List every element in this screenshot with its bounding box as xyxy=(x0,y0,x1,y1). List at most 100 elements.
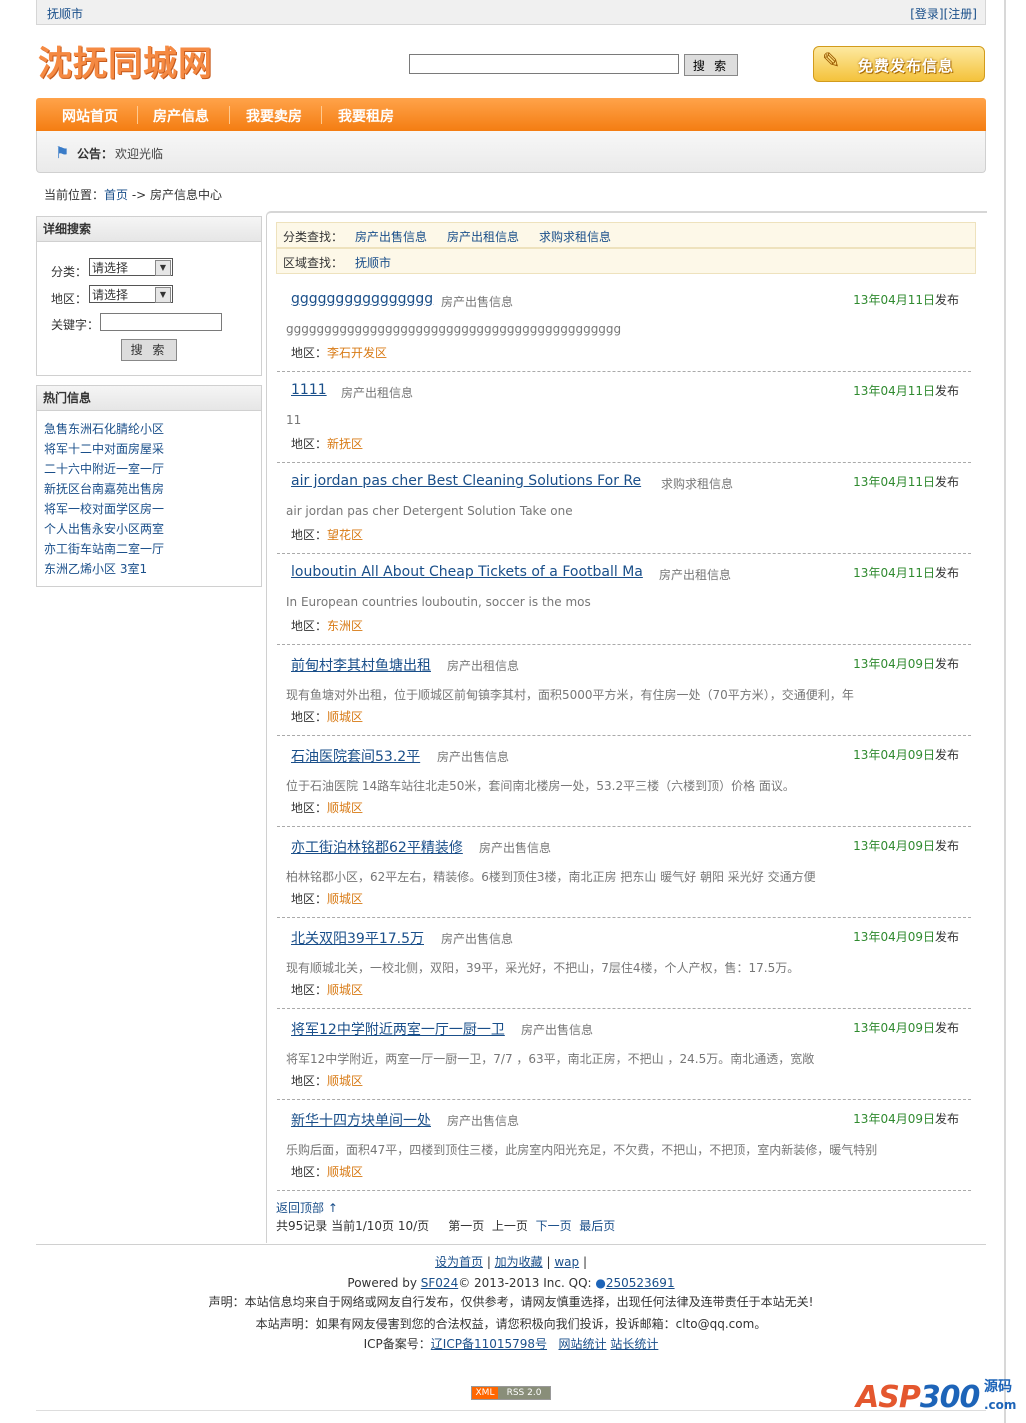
city-link[interactable]: 抚顺市 xyxy=(47,5,83,22)
nav-separator xyxy=(229,106,230,124)
post-area-value[interactable]: 顺城区 xyxy=(327,1074,363,1088)
post-description: 柏林铭郡小区，62平左右，精装修。6楼到顶住3楼，南北正房 把东山 暖气好 朝阳… xyxy=(286,870,816,884)
category-select[interactable]: 请选择 ▼ xyxy=(89,258,173,276)
post-area-value[interactable]: 顺城区 xyxy=(327,892,363,906)
nav-sell[interactable]: 我要卖房 xyxy=(246,106,302,126)
bottom-line xyxy=(36,1410,986,1411)
hot-item[interactable]: 将军十二中对面房屋采 xyxy=(44,439,164,459)
notice-label: 公告： xyxy=(77,147,114,161)
rss-badge[interactable]: XML RSS 2.0 xyxy=(471,1386,551,1400)
hot-item[interactable]: 东洲乙烯小区 3室1 xyxy=(44,559,164,579)
post-item: 将军12中学附近两室一厅一厨一卫 房产出售信息 13年04月09日发布 将军12中学附… xyxy=(277,1009,971,1100)
hot-item[interactable]: 亦工街车站南二室一厅 xyxy=(44,539,164,559)
region-label: 地区： xyxy=(51,292,88,306)
hot-item[interactable]: 新抚区台南嘉苑出售房 xyxy=(44,479,164,499)
register-link[interactable]: [注册] xyxy=(944,7,977,21)
post-area-value[interactable]: 新抚区 xyxy=(327,437,363,451)
filter-region-fushun[interactable]: 抚顺市 xyxy=(355,254,391,271)
post-description: 现有顺城北关，一校北侧，双阳，39平，采光好，不把山，7层住4楼，个人产权，售：… xyxy=(286,961,800,975)
post-date: 13年04月09日发布 xyxy=(853,655,959,672)
webmaster-stats-link[interactable]: 站长统计 xyxy=(610,1337,658,1351)
copyright-text: © 2013-2013 Inc. QQ: xyxy=(458,1276,596,1290)
hot-item[interactable]: 二十六中附近一室一厅 xyxy=(44,459,164,479)
post-area-value[interactable]: 顺城区 xyxy=(327,801,363,815)
post-item: 亦工街泊林铭郡62平精装修 房产出售信息 13年04月09日发布 柏林铭郡小区，62平… xyxy=(277,827,971,918)
post-date: 13年04月11日发布 xyxy=(853,564,959,581)
top-search: 搜 索 xyxy=(409,54,738,76)
post-item: air jordan pas cher Best Cleaning Soluti… xyxy=(277,463,971,554)
post-area-label: 地区： xyxy=(291,437,328,451)
hot-item[interactable]: 个人出售永安小区两室 xyxy=(44,519,164,539)
post-item: 前甸村李其村鱼塘出租 房产出租信息 13年04月09日发布现有鱼塘对外出租，位于顺城… xyxy=(277,645,971,736)
detail-search-button[interactable]: 搜 索 xyxy=(121,339,177,361)
post-date: 13年04月09日发布 xyxy=(853,928,959,945)
post-description: 现有鱼塘对外出租，位于顺城区前甸镇李其村，面积5000平方米，有住房一处（70平… xyxy=(286,688,854,702)
post-title[interactable]: 前甸村李其村鱼塘出租 xyxy=(291,655,431,675)
filter-sale[interactable]: 房产出售信息 xyxy=(355,228,427,245)
qq-link[interactable]: 250523691 xyxy=(606,1276,675,1290)
region-filter-label: 区域查找： xyxy=(283,256,344,270)
hot-item[interactable]: 将军一校对面学区房一 xyxy=(44,499,164,519)
post-date-suffix: 发布 xyxy=(934,1112,959,1126)
post-area-value[interactable]: 李石开发区 xyxy=(327,346,387,360)
post-area-label: 地区： xyxy=(291,619,328,633)
chevron-down-icon: ▼ xyxy=(155,287,171,303)
nav-separator xyxy=(321,106,322,124)
hot-item[interactable]: 急售东洲石化腈纶小区 xyxy=(44,419,164,439)
post-title[interactable]: air jordan pas cher Best Cleaning Soluti… xyxy=(291,473,641,489)
post-category: 房产出售信息 xyxy=(447,1114,520,1128)
nav-property[interactable]: 房产信息 xyxy=(153,106,209,126)
xml-badge-label: XML xyxy=(472,1387,498,1399)
filter-rent[interactable]: 房产出租信息 xyxy=(447,228,519,245)
post-area-value[interactable]: 顺城区 xyxy=(327,710,363,724)
post-area-value[interactable]: 顺城区 xyxy=(327,1165,363,1179)
nav-home[interactable]: 网站首页 xyxy=(62,106,118,126)
sf024-link[interactable]: SF024 xyxy=(421,1276,458,1290)
post-category: 房产出售信息 xyxy=(441,295,514,309)
hot-info-title: 热门信息 xyxy=(37,386,261,411)
back-to-top-link[interactable]: 返回顶部 ↑ xyxy=(276,1199,338,1216)
icp-link[interactable]: 辽ICP备11015798号 xyxy=(431,1337,547,1351)
login-link[interactable]: [登录] xyxy=(910,7,943,21)
post-area: 地区：李石开发区 xyxy=(291,344,387,361)
keyword-input[interactable] xyxy=(100,313,222,331)
post-area-value[interactable]: 东洲区 xyxy=(327,619,363,633)
post-date: 13年04月09日发布 xyxy=(853,1110,959,1127)
post-area: 地区：新抚区 xyxy=(291,435,363,452)
watermark-num: 300 xyxy=(919,1380,981,1415)
pager-next[interactable]: 下一页 xyxy=(536,1219,572,1233)
post-title[interactable]: 1111 xyxy=(291,382,327,398)
search-button[interactable]: 搜 索 xyxy=(684,54,738,76)
region-filter: 区域查找： 抚顺市 xyxy=(276,248,976,274)
site-stats-link[interactable]: 网站统计 xyxy=(558,1337,606,1351)
search-input[interactable] xyxy=(409,54,679,74)
post-category: 房产出售信息 xyxy=(479,841,552,855)
post-title[interactable]: louboutin All About Cheap Tickets of a F… xyxy=(291,564,643,580)
post-area: 地区：望花区 xyxy=(291,526,363,543)
post-title[interactable]: 将军12中学附近两室一厅一厨一卫 xyxy=(291,1019,505,1039)
powered-prefix: Powered by xyxy=(347,1276,421,1290)
region-select[interactable]: 请选择 ▼ xyxy=(89,285,173,303)
post-date-value: 13年04月09日 xyxy=(853,839,935,853)
post-title[interactable]: gggggggggggggggg xyxy=(291,291,433,307)
post-date-suffix: 发布 xyxy=(934,475,959,489)
publish-button[interactable]: ✎ 免费发布信息 xyxy=(813,46,985,82)
category-label: 分类： xyxy=(51,265,88,279)
site-logo[interactable]: 沈抚同城网 xyxy=(38,36,213,85)
post-title[interactable]: 北关双阳39平17.5万 xyxy=(291,928,424,948)
post-area-value[interactable]: 望花区 xyxy=(327,528,363,542)
nav-rent[interactable]: 我要租房 xyxy=(338,106,394,126)
filter-wanted[interactable]: 求购求租信息 xyxy=(539,228,611,245)
post-title[interactable]: 石油医院套间53.2平 xyxy=(291,746,420,766)
post-area: 地区：顺城区 xyxy=(291,708,363,725)
pager-last[interactable]: 最后页 xyxy=(579,1219,615,1233)
wap-link[interactable]: wap xyxy=(554,1255,579,1269)
post-date-value: 13年04月09日 xyxy=(853,1021,935,1035)
breadcrumb-home[interactable]: 首页 xyxy=(104,188,128,202)
post-title[interactable]: 亦工街泊林铭郡62平精装修 xyxy=(291,837,463,857)
post-title[interactable]: 新华十四方块单间一处 xyxy=(291,1110,431,1130)
post-category: 房产出租信息 xyxy=(447,659,520,673)
set-homepage-link[interactable]: 设为首页 xyxy=(435,1255,483,1269)
post-area-value[interactable]: 顺城区 xyxy=(327,983,363,997)
add-favorite-link[interactable]: 加为收藏 xyxy=(495,1255,543,1269)
